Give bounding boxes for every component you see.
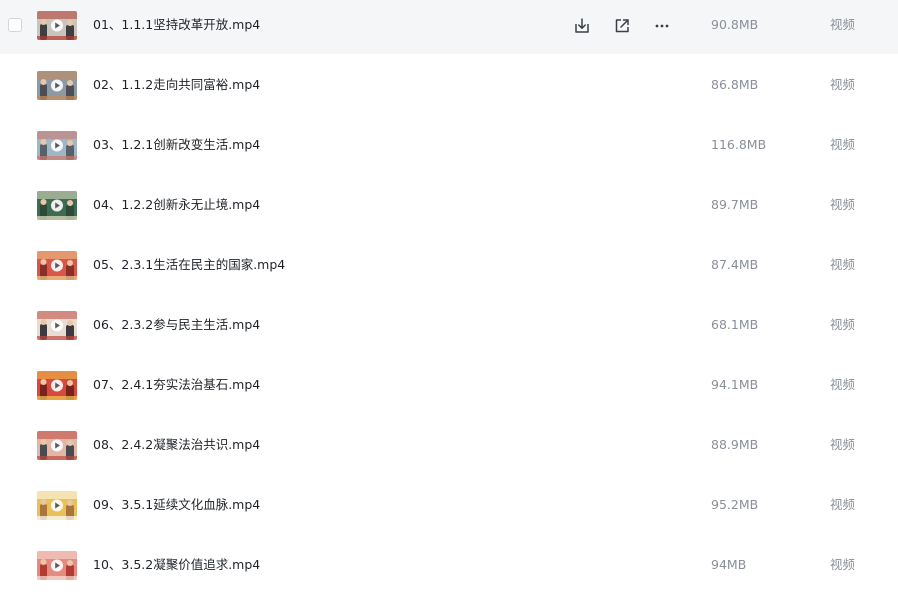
file-type: 视频 bbox=[830, 497, 856, 512]
file-name[interactable]: 04、1.2.2创新永无止境.mp4 bbox=[93, 196, 260, 214]
video-thumbnail bbox=[37, 251, 77, 280]
video-thumbnail bbox=[37, 491, 77, 520]
file-size: 87.4MB bbox=[711, 257, 759, 272]
file-size: 68.1MB bbox=[711, 317, 759, 332]
video-thumbnail bbox=[37, 551, 77, 580]
file-row[interactable]: 04、1.2.2创新永无止境.mp4 89.7MB 视频 bbox=[0, 180, 898, 234]
file-name[interactable]: 08、2.4.2凝聚法治共识.mp4 bbox=[93, 436, 260, 454]
file-type: 视频 bbox=[830, 257, 856, 272]
more-button[interactable] bbox=[651, 15, 673, 37]
file-size: 94MB bbox=[711, 557, 747, 572]
file-type: 视频 bbox=[830, 77, 856, 92]
file-name[interactable]: 03、1.2.1创新改变生活.mp4 bbox=[93, 136, 260, 154]
file-type: 视频 bbox=[830, 377, 856, 392]
file-row[interactable]: 03、1.2.1创新改变生活.mp4 116.8MB 视频 bbox=[0, 120, 898, 174]
file-row[interactable]: 07、2.4.1夯实法治基石.mp4 94.1MB 视频 bbox=[0, 360, 898, 414]
more-icon bbox=[651, 15, 673, 37]
video-thumbnail bbox=[37, 431, 77, 460]
file-type: 视频 bbox=[830, 317, 856, 332]
file-name[interactable]: 09、3.5.1延续文化血脉.mp4 bbox=[93, 496, 260, 514]
download-icon bbox=[571, 15, 593, 37]
file-type: 视频 bbox=[830, 557, 856, 572]
video-thumbnail bbox=[37, 311, 77, 340]
video-thumbnail bbox=[37, 131, 77, 160]
file-row[interactable]: 05、2.3.1生活在民主的国家.mp4 87.4MB 视频 bbox=[0, 240, 898, 294]
video-thumbnail bbox=[37, 371, 77, 400]
file-size: 89.7MB bbox=[711, 197, 759, 212]
file-size: 95.2MB bbox=[711, 497, 759, 512]
file-type: 视频 bbox=[830, 17, 856, 32]
video-thumbnail bbox=[37, 71, 77, 100]
file-type: 视频 bbox=[830, 137, 856, 152]
file-row[interactable]: 01、1.1.1坚持改革开放.mp4 90.8MB 视频 bbox=[0, 0, 898, 54]
file-size: 90.8MB bbox=[711, 17, 759, 32]
file-type: 视频 bbox=[830, 437, 856, 452]
file-size: 94.1MB bbox=[711, 377, 759, 392]
share-icon bbox=[611, 15, 633, 37]
file-row[interactable]: 10、3.5.2凝聚价值追求.mp4 94MB 视频 bbox=[0, 540, 898, 594]
file-list: 01、1.1.1坚持改革开放.mp4 90.8MB 视频 02、1.1.2走向共同富裕… bbox=[0, 0, 898, 580]
file-size: 116.8MB bbox=[711, 137, 767, 152]
file-name[interactable]: 07、2.4.1夯实法治基石.mp4 bbox=[93, 376, 260, 394]
file-row[interactable]: 09、3.5.1延续文化血脉.mp4 95.2MB 视频 bbox=[0, 480, 898, 534]
file-name[interactable]: 06、2.3.2参与民主生活.mp4 bbox=[93, 316, 260, 334]
file-row[interactable]: 02、1.1.2走向共同富裕.mp4 86.8MB 视频 bbox=[0, 60, 898, 114]
file-name[interactable]: 02、1.1.2走向共同富裕.mp4 bbox=[93, 76, 260, 94]
file-size: 88.9MB bbox=[711, 437, 759, 452]
file-row[interactable]: 06、2.3.2参与民主生活.mp4 68.1MB 视频 bbox=[0, 300, 898, 354]
video-thumbnail bbox=[37, 191, 77, 220]
file-size: 86.8MB bbox=[711, 77, 759, 92]
file-type: 视频 bbox=[830, 197, 856, 212]
download-button[interactable] bbox=[571, 15, 593, 37]
row-checkbox[interactable] bbox=[8, 18, 22, 32]
file-name[interactable]: 10、3.5.2凝聚价值追求.mp4 bbox=[93, 556, 260, 574]
share-button[interactable] bbox=[611, 15, 633, 37]
file-row[interactable]: 08、2.4.2凝聚法治共识.mp4 88.9MB 视频 bbox=[0, 420, 898, 474]
video-thumbnail bbox=[37, 11, 77, 40]
file-name[interactable]: 05、2.3.1生活在民主的国家.mp4 bbox=[93, 256, 285, 274]
file-name[interactable]: 01、1.1.1坚持改革开放.mp4 bbox=[93, 16, 260, 34]
